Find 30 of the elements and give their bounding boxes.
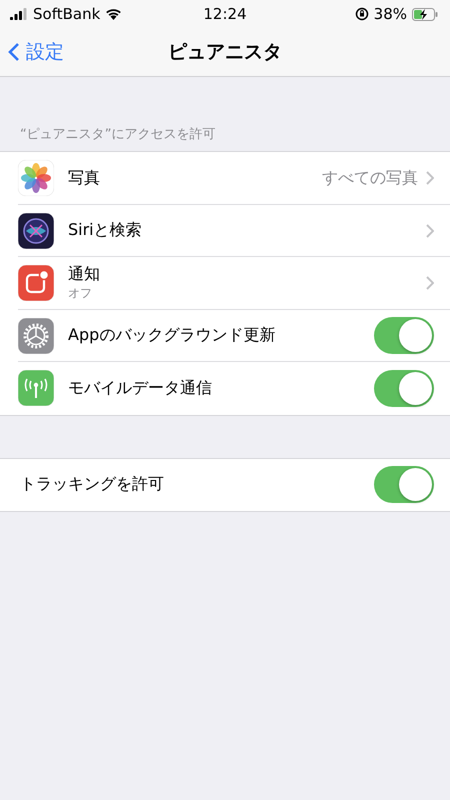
row-label: Appのバックグラウンド更新 (68, 325, 276, 346)
flower-icon (18, 160, 54, 196)
chevron-icon (426, 224, 434, 238)
row-label: トラッキングを許可 (20, 474, 165, 496)
toggle-switch[interactable] (374, 317, 434, 354)
orb-icon (18, 212, 54, 249)
page-title: ピュアニスタ (168, 40, 282, 65)
chevron-icon (426, 171, 434, 186)
row-label: 通知 (68, 264, 101, 286)
back-chevron-icon (8, 42, 20, 62)
wifi-icon (105, 8, 122, 20)
row-value: すべての写真 (322, 168, 418, 189)
notification-icon (18, 265, 54, 302)
antenna-icon (18, 370, 54, 406)
battery-percent: 38% (374, 5, 407, 23)
carrier-name: SoftBank (33, 5, 100, 23)
section-header: “ピュアニスタ”にアクセスを許可 (20, 127, 216, 142)
row-label: モバイルデータ通信 (68, 378, 213, 399)
row-subtitle: オフ (68, 285, 93, 302)
row-label: Siriと検索 (68, 220, 143, 242)
toggle-switch[interactable] (374, 370, 434, 407)
battery-charging-icon (412, 8, 438, 20)
row-label: 写真 (68, 168, 101, 189)
settings-icon (18, 318, 54, 354)
signal-icon (10, 8, 28, 20)
clock-time: 12:24 (203, 5, 247, 23)
toggle-switch[interactable] (374, 466, 434, 504)
back-button[interactable]: 設定 (8, 39, 64, 65)
rotation-lock-icon (354, 7, 369, 21)
chevron-icon (426, 276, 434, 290)
